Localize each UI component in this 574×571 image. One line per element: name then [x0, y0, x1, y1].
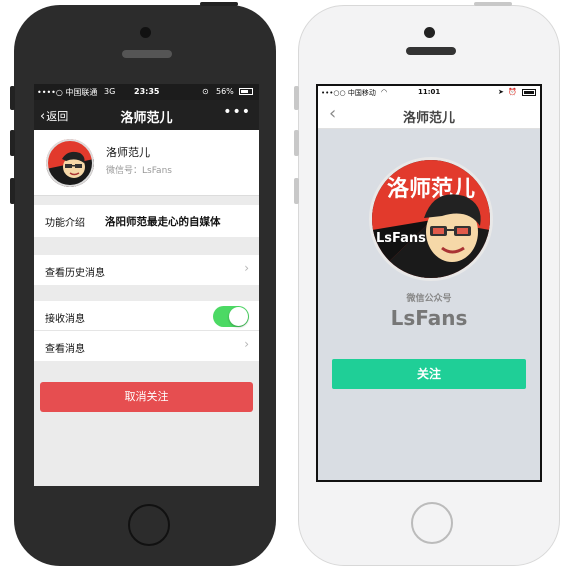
page-title: 洛师范儿	[402, 111, 455, 126]
volume-down-button	[10, 178, 15, 204]
home-button[interactable]	[128, 504, 170, 546]
chevron-right-icon: ›	[244, 337, 249, 351]
account-type-label: 微信公众号	[406, 294, 452, 304]
volume-up-button	[294, 130, 299, 156]
intro-row: 功能介绍 洛阳师范最走心的自媒体	[34, 205, 259, 237]
view-messages-row[interactable]: 查看消息 ›	[34, 331, 259, 361]
screen-account-info: ••••○ 中国联通 3G 23:35 ⊙ 56% ‹返回 洛师范儿 ••• 洛…	[34, 84, 259, 486]
unfollow-button[interactable]: 取消关注	[40, 382, 253, 412]
receive-messages-toggle[interactable]	[213, 306, 249, 327]
mute-switch	[294, 86, 299, 110]
carrier-label: ••••○ 中国联通	[37, 88, 98, 97]
wifi-icon: ◠	[381, 88, 388, 96]
earpiece-speaker	[122, 50, 172, 58]
mute-switch	[10, 86, 15, 110]
front-camera	[424, 27, 435, 38]
intro-label: 功能介绍	[45, 218, 85, 229]
home-button[interactable]	[411, 502, 453, 544]
battery-percent: 56%	[216, 87, 234, 96]
wechat-id: 微信号：LsFans	[106, 166, 172, 176]
screen-follow-account: •••○○ 中国移动 ◠ 11:01 ➤ ⏰ ‹ 洛师范儿 洛师范儿 LsFan…	[316, 84, 542, 482]
clock-label: 11:01	[418, 88, 441, 96]
status-bar: •••○○ 中国移动 ◠ 11:01 ➤ ⏰	[318, 86, 540, 99]
volume-down-button	[294, 178, 299, 204]
avatar: 洛师范儿 LsFans	[369, 157, 493, 281]
avatar-small-text: LsFans	[376, 231, 426, 246]
history-messages-row[interactable]: 查看历史消息 ›	[34, 255, 259, 285]
status-bar: ••••○ 中国联通 3G 23:35 ⊙ 56%	[34, 84, 259, 100]
power-button	[474, 2, 512, 6]
volume-up-button	[10, 130, 15, 156]
clock-label: 23:35	[134, 87, 160, 96]
toggle-knob	[229, 307, 248, 326]
account-name: 洛师范儿	[106, 146, 150, 159]
earpiece-speaker	[406, 47, 456, 55]
history-label: 查看历史消息	[45, 268, 105, 279]
nav-bar: ‹ 洛师范儿	[318, 99, 540, 129]
more-icon[interactable]: •••	[223, 104, 251, 120]
battery-icon	[522, 89, 536, 96]
location-icon: ➤	[498, 88, 504, 96]
carrier-label: •••○○ 中国移动	[321, 89, 376, 97]
view-label: 查看消息	[45, 344, 85, 355]
profile-card[interactable]: 洛师范儿 微信号：LsFans	[34, 130, 259, 196]
receive-messages-row: 接收消息	[34, 301, 259, 331]
receive-label: 接收消息	[45, 314, 85, 325]
chevron-right-icon: ›	[244, 261, 249, 275]
battery-icon	[239, 88, 253, 95]
power-button	[200, 2, 238, 6]
nav-bar: ‹返回 洛师范儿 •••	[34, 100, 259, 130]
follow-button[interactable]: 关注	[332, 359, 526, 389]
front-camera	[140, 27, 151, 38]
alarm-icon: ⏰	[508, 88, 517, 96]
intro-value: 洛阳师范最走心的自媒体	[105, 216, 221, 228]
lock-rotation-icon: ⊙	[202, 87, 209, 96]
avatar	[46, 139, 94, 187]
account-name: LsFans	[390, 306, 468, 330]
network-label: 3G	[104, 87, 116, 96]
